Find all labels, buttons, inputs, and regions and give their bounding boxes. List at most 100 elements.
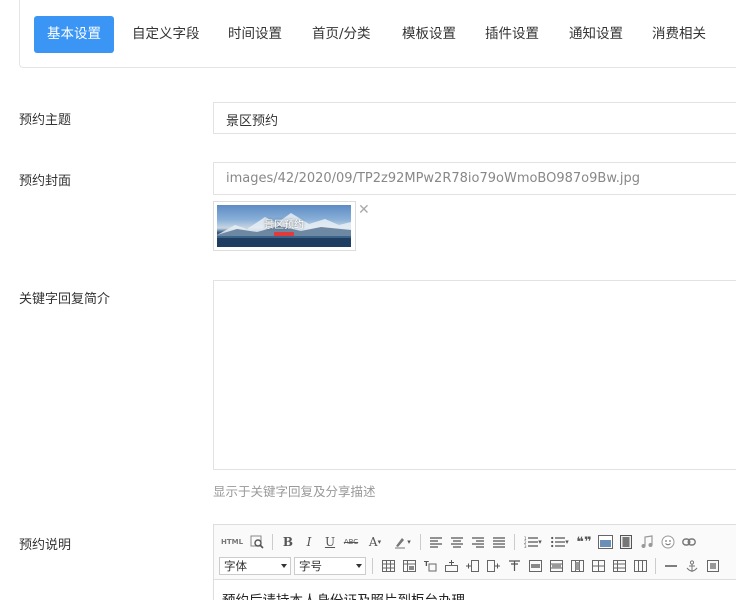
toolbar-separator: [655, 558, 656, 574]
split-rows-button[interactable]: [610, 557, 628, 575]
table-icon: [381, 560, 395, 572]
tab-consumption[interactable]: 消费相关: [652, 16, 706, 53]
merge-right-button[interactable]: [547, 557, 565, 575]
unordered-list-icon: [551, 536, 566, 548]
align-justify-icon: [493, 536, 505, 548]
cover-thumbnail[interactable]: 景区预约: [213, 201, 356, 251]
merge-right-icon: [549, 560, 563, 572]
table-properties-button[interactable]: [400, 557, 418, 575]
image-icon: [597, 535, 613, 549]
tab-notification-settings[interactable]: 通知设置: [569, 16, 623, 53]
unordered-list-button[interactable]: ▾: [548, 533, 572, 551]
caption-button[interactable]: T: [421, 557, 439, 575]
toolbar-separator: [272, 534, 273, 550]
svg-text:T: T: [424, 560, 429, 568]
cover-label: 预约封面: [19, 174, 72, 189]
html-source-button[interactable]: HTML: [219, 533, 245, 551]
highlighter-icon: [395, 538, 406, 549]
split-cells-button[interactable]: [589, 557, 607, 575]
settings-tab-bar: 基本设置 自定义字段 时间设置 首页/分类 模板设置 插件设置 通知设置 消费相…: [19, 0, 736, 68]
insert-music-button[interactable]: [638, 533, 656, 551]
remove-cover-icon[interactable]: ✕: [358, 203, 370, 217]
font-size-select[interactable]: 字号: [294, 557, 366, 575]
merge-down-button[interactable]: [568, 557, 586, 575]
table-edit-icon: [402, 560, 416, 572]
align-right-button[interactable]: [469, 533, 487, 551]
insert-table-button[interactable]: [379, 557, 397, 575]
paragraph-insert-icon: [508, 560, 520, 571]
svg-text:3: 3: [524, 544, 527, 548]
insert-frame-button[interactable]: [704, 557, 722, 575]
toolbar-separator: [514, 534, 515, 550]
align-center-icon: [451, 536, 463, 548]
merge-down-icon: [570, 560, 584, 572]
merge-cells-icon: [528, 560, 542, 572]
tab-plugin-settings[interactable]: 插件设置: [485, 16, 539, 53]
highlight-button[interactable]: ▾: [390, 533, 414, 551]
font-color-button[interactable]: A ▾: [363, 533, 387, 551]
subject-input[interactable]: 景区预约: [213, 102, 736, 134]
insert-emoji-button[interactable]: [659, 533, 677, 551]
tab-basic-settings[interactable]: 基本设置: [34, 16, 114, 53]
toolbar-separator: [372, 558, 373, 574]
merge-cells-button[interactable]: [526, 557, 544, 575]
cover-path-input[interactable]: images/42/2020/09/TP2z92MPw2R78io79oWmoB…: [213, 162, 736, 195]
editor-toolbar: HTML B I U ABC A ▾ ▾ 1 2 3 ▾ ▾ ❝❞ 字体 字号 …: [214, 525, 736, 580]
insert-col-after-button[interactable]: [484, 557, 502, 575]
strikethrough-button[interactable]: ABC: [342, 533, 360, 551]
align-right-icon: [472, 536, 484, 548]
split-cells-icon: [591, 560, 605, 572]
insert-link-button[interactable]: [680, 533, 698, 551]
description-content[interactable]: 预约后请持本人身份证及照片到柜台办理: [222, 589, 465, 600]
tab-template-settings[interactable]: 模板设置: [402, 16, 456, 53]
align-left-button[interactable]: [427, 533, 445, 551]
frame-icon: [707, 560, 719, 572]
insert-video-button[interactable]: [617, 533, 635, 551]
link-icon: [682, 538, 696, 546]
blockquote-button[interactable]: ❝❞: [575, 533, 593, 551]
subject-input-value: 景区预约: [226, 114, 279, 129]
preview-button[interactable]: [248, 533, 266, 551]
col-insert-icon: [465, 560, 479, 572]
align-center-button[interactable]: [448, 533, 466, 551]
cover-image: 景区预约: [217, 205, 351, 247]
ordered-list-icon: 123: [524, 536, 539, 548]
cover-path-value: images/42/2020/09/TP2z92MPw2R78io79oWmoB…: [226, 171, 641, 186]
music-icon: [641, 535, 653, 548]
split-rows-icon: [612, 560, 626, 572]
font-color-label: A: [368, 535, 378, 549]
cover-image-caption: 景区预约: [264, 220, 304, 231]
row-insert-icon: [444, 560, 458, 572]
insert-col-before-button[interactable]: [463, 557, 481, 575]
toolbar-separator: [420, 534, 421, 550]
magnifier-icon: [250, 535, 264, 549]
col-insert-after-icon: [486, 560, 500, 572]
split-cols-icon: [633, 560, 647, 572]
table-caption-icon: T: [424, 560, 436, 572]
subject-label: 预约主题: [19, 113, 72, 128]
ordered-list-button[interactable]: 1 2 3 ▾: [521, 533, 545, 551]
bold-button[interactable]: B: [279, 533, 297, 551]
description-rich-editor: HTML B I U ABC A ▾ ▾ 1 2 3 ▾ ▾ ❝❞ 字体 字号 …: [213, 524, 736, 600]
anchor-button[interactable]: [683, 557, 701, 575]
insert-image-button[interactable]: [596, 533, 614, 551]
emoji-icon: [661, 535, 675, 549]
tab-time-settings[interactable]: 时间设置: [228, 16, 282, 53]
align-justify-button[interactable]: [490, 533, 508, 551]
insert-row-before-button[interactable]: [442, 557, 460, 575]
horizontal-rule-icon: [665, 565, 677, 567]
reply-intro-hint: 显示于关键字回复及分享描述: [213, 484, 376, 499]
reply-intro-textarea[interactable]: [213, 280, 736, 470]
tab-home-category[interactable]: 首页/分类: [312, 16, 371, 53]
description-label: 预约说明: [19, 538, 72, 553]
align-left-icon: [430, 536, 442, 548]
reply-intro-label: 关键字回复简介: [19, 292, 111, 307]
font-family-select[interactable]: 字体: [219, 557, 291, 575]
insert-paragraph-button[interactable]: [505, 557, 523, 575]
underline-button[interactable]: U: [321, 533, 339, 551]
tab-custom-fields[interactable]: 自定义字段: [132, 16, 200, 53]
split-cols-button[interactable]: [631, 557, 649, 575]
italic-button[interactable]: I: [300, 533, 318, 551]
anchor-icon: [686, 559, 698, 572]
horizontal-rule-button[interactable]: [662, 557, 680, 575]
